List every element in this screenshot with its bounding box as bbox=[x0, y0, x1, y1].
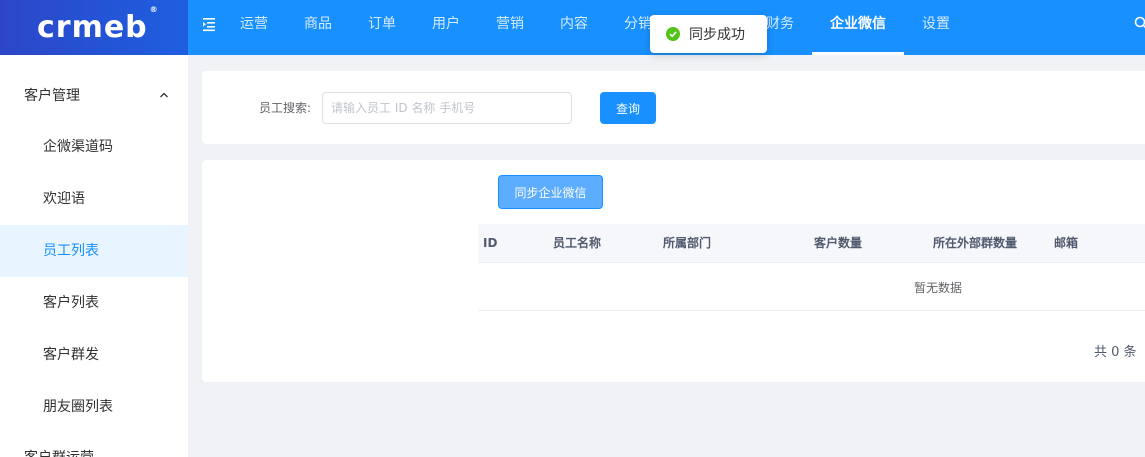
column-header-department: 所属部门 bbox=[663, 236, 712, 250]
nav-item-marketing[interactable]: 营销 bbox=[478, 0, 542, 55]
empty-text: 暂无数据 bbox=[914, 281, 963, 295]
chevron-up-icon bbox=[160, 92, 168, 98]
query-button[interactable]: 查询 bbox=[600, 92, 656, 124]
column-header-customer-count: 客户数量 bbox=[814, 236, 863, 250]
nav-item-settings[interactable]: 设置 bbox=[904, 0, 968, 55]
nav-item-products[interactable]: 商品 bbox=[286, 0, 350, 55]
sidebar-item-staff-list[interactable]: 员工列表 bbox=[0, 225, 188, 277]
column-header-external-group-count: 所在外部群数量 bbox=[933, 236, 1018, 250]
success-toast: 同步成功 bbox=[650, 15, 767, 53]
column-header-email: 邮箱 bbox=[1054, 236, 1079, 250]
sidebar-item-customer-broadcast[interactable]: 客户群发 bbox=[0, 329, 188, 381]
sidebar-group-label: 客户管理 bbox=[24, 88, 80, 104]
table-empty-row: 暂无数据 bbox=[478, 263, 1145, 311]
top-navbar: crmeb® 运营 商品 订单 用户 营销 内容 分销 供应商 财务 企业微信 … bbox=[0, 0, 1145, 55]
search-icon[interactable] bbox=[1134, 16, 1145, 30]
pagination-total: 共 0 条 bbox=[1094, 345, 1137, 360]
sidebar-group-group-operations[interactable]: 客户群运营 bbox=[24, 447, 94, 457]
logo-registered-mark: ® bbox=[149, 5, 159, 14]
search-panel: 员工搜索: 查询 bbox=[202, 71, 1145, 144]
nav-item-users[interactable]: 用户 bbox=[414, 0, 478, 55]
logo[interactable]: crmeb® bbox=[37, 5, 159, 45]
success-check-icon bbox=[666, 27, 680, 41]
menu-collapse-icon[interactable] bbox=[201, 16, 217, 32]
logo-text: crmeb bbox=[37, 10, 148, 45]
sidebar-item-moments-list[interactable]: 朋友圈列表 bbox=[0, 381, 188, 433]
staff-search-input[interactable] bbox=[322, 92, 572, 124]
nav-item-enterprise-wechat[interactable]: 企业微信 bbox=[812, 0, 904, 55]
sidebar: 客户管理 企微渠道码 欢迎语 员工列表 客户列表 客户群发 朋友圈列表 客户群运… bbox=[0, 55, 188, 457]
table-header: ID 员工名称 所属部门 客户数量 所在外部群数量 邮箱 bbox=[478, 224, 1145, 263]
top-nav: 运营 商品 订单 用户 营销 内容 分销 供应商 财务 企业微信 设置 bbox=[222, 0, 968, 55]
staff-search-label: 员工搜索: bbox=[259, 101, 312, 115]
nav-item-orders[interactable]: 订单 bbox=[350, 0, 414, 55]
sidebar-item-customer-list[interactable]: 客户列表 bbox=[0, 277, 188, 329]
logo-area: crmeb® bbox=[0, 0, 188, 55]
nav-item-operations[interactable]: 运营 bbox=[222, 0, 286, 55]
nav-item-content[interactable]: 内容 bbox=[542, 0, 606, 55]
column-header-id: ID bbox=[483, 236, 498, 250]
toast-message: 同步成功 bbox=[689, 27, 745, 43]
sidebar-item-channel-code[interactable]: 企微渠道码 bbox=[0, 121, 188, 173]
sync-enterprise-wechat-button[interactable]: 同步企业微信 bbox=[498, 175, 603, 209]
column-header-staff-name: 员工名称 bbox=[553, 236, 602, 250]
staff-table-panel: 同步企业微信 ID 员工名称 所属部门 客户数量 所在外部群数量 邮箱 暂无数据… bbox=[202, 160, 1145, 382]
sidebar-item-welcome[interactable]: 欢迎语 bbox=[0, 173, 188, 225]
sidebar-group-customer-management[interactable]: 客户管理 bbox=[0, 69, 188, 121]
